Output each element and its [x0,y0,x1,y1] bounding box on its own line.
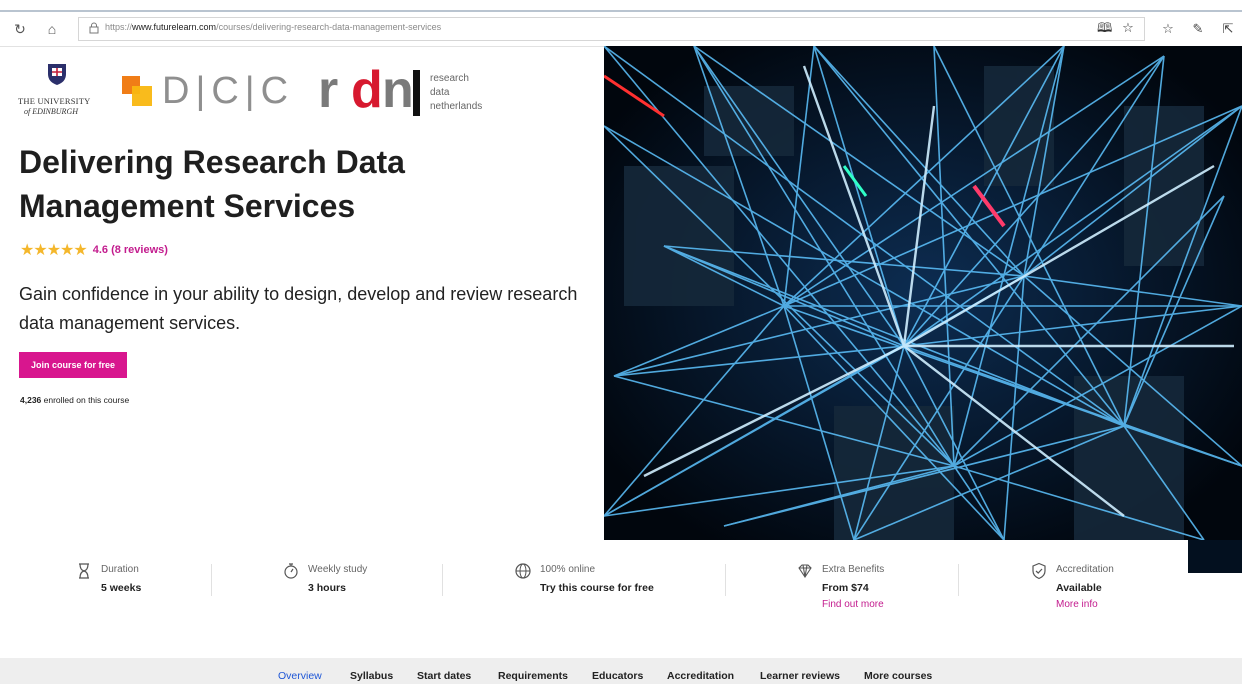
feature-value: Available [1056,582,1102,594]
reload-icon[interactable]: ↻ [12,21,28,37]
feature-label: 100% online [540,564,596,575]
course-rating[interactable]: ★★★★★ 4.6 (8 reviews) [20,242,168,259]
data-network-illustration [604,46,1242,540]
url-text: https://www.futurelearn.com/courses/deli… [105,22,442,32]
tab-educators[interactable]: Educators [592,670,643,682]
course-title: Delivering Research Data Management Serv… [19,144,405,224]
favorite-star-icon[interactable]: ☆ [1121,21,1135,35]
feature-divider [725,564,726,596]
rdnl-letter-l [413,70,420,116]
dcc-wordmark: D|C|C [162,70,295,112]
uoe-name-line2: of EDINBURGH [24,107,78,116]
tab-start-dates[interactable]: Start dates [417,670,471,682]
rating-reviews-link[interactable]: 4.6 (8 reviews) [93,244,168,256]
course-tagline: Gain confidence in your ability to desig… [19,284,578,333]
share-icon[interactable]: ⇱ [1220,21,1236,37]
feature-label: Weekly study [308,564,368,575]
feature-divider [442,564,443,596]
pen-notes-icon[interactable]: ✎ [1190,21,1206,37]
edinburgh-crest-icon [48,64,66,85]
shield-check-icon [1032,562,1046,580]
feature-label: Extra Benefits [822,564,885,575]
tab-overview[interactable]: Overview [278,670,322,682]
rdnl-subtitle: research data netherlands [430,73,483,112]
feature-label: Accreditation [1056,564,1114,575]
feature-divider [958,564,959,596]
favorites-list-icon[interactable]: ☆ [1160,21,1176,37]
university-of-edinburgh-logo: THE UNIVERSITY of EDINBURGH [18,62,96,122]
find-out-more-link[interactable]: Find out more [822,599,884,610]
tab-more-courses[interactable]: More courses [864,670,932,682]
hero-image [604,46,1242,540]
uoe-name-line1: THE UNIVERSITY [18,96,91,106]
feature-value: 3 hours [308,582,346,594]
rdnl-letter-r: r [318,61,339,119]
tab-accreditation[interactable]: Accreditation [667,670,734,682]
hourglass-icon [79,563,89,579]
partner-logos: THE UNIVERSITY of EDINBURGH D|C|C r d n … [18,61,498,122]
feature-label: Duration [101,564,139,575]
course-features: Duration 5 weeks Weekly study 3 hours 10… [0,560,1242,620]
rating-stars-icon: ★★★★★ [20,242,88,259]
dcc-logo: D|C|C [122,70,302,116]
rdnl-letter-d: d [351,61,383,119]
home-icon[interactable]: ⌂ [44,21,60,37]
enrolled-count: 4,236 enrolled on this course [20,395,130,405]
feature-divider [211,564,212,596]
lock-icon [89,22,99,34]
course-tabs: Overview Syllabus Start dates Requiremen… [0,658,1242,684]
tab-syllabus[interactable]: Syllabus [350,670,393,682]
stopwatch-icon [284,563,298,579]
globe-icon [515,563,531,579]
dcc-yellow-square [132,86,152,106]
rdnl-letter-n: n [382,61,414,119]
tab-requirements[interactable]: Requirements [498,670,568,682]
more-info-link[interactable]: More info [1056,599,1098,610]
diamond-icon [798,564,812,578]
tab-learner-reviews[interactable]: Learner reviews [760,670,840,682]
rdnl-logo: r d n research data netherlands [318,61,498,122]
browser-toolbar: ↻ ⌂ https://www.futurelearn.com/courses/… [0,10,1242,47]
feature-value: Try this course for free [540,582,654,594]
feature-value: From $74 [822,582,869,594]
reading-view-icon[interactable]: 🕮 [1097,21,1112,35]
join-course-button[interactable]: Join course for free [19,352,127,378]
address-bar[interactable]: https://www.futurelearn.com/courses/deli… [78,17,1145,41]
feature-value: 5 weeks [101,582,142,594]
